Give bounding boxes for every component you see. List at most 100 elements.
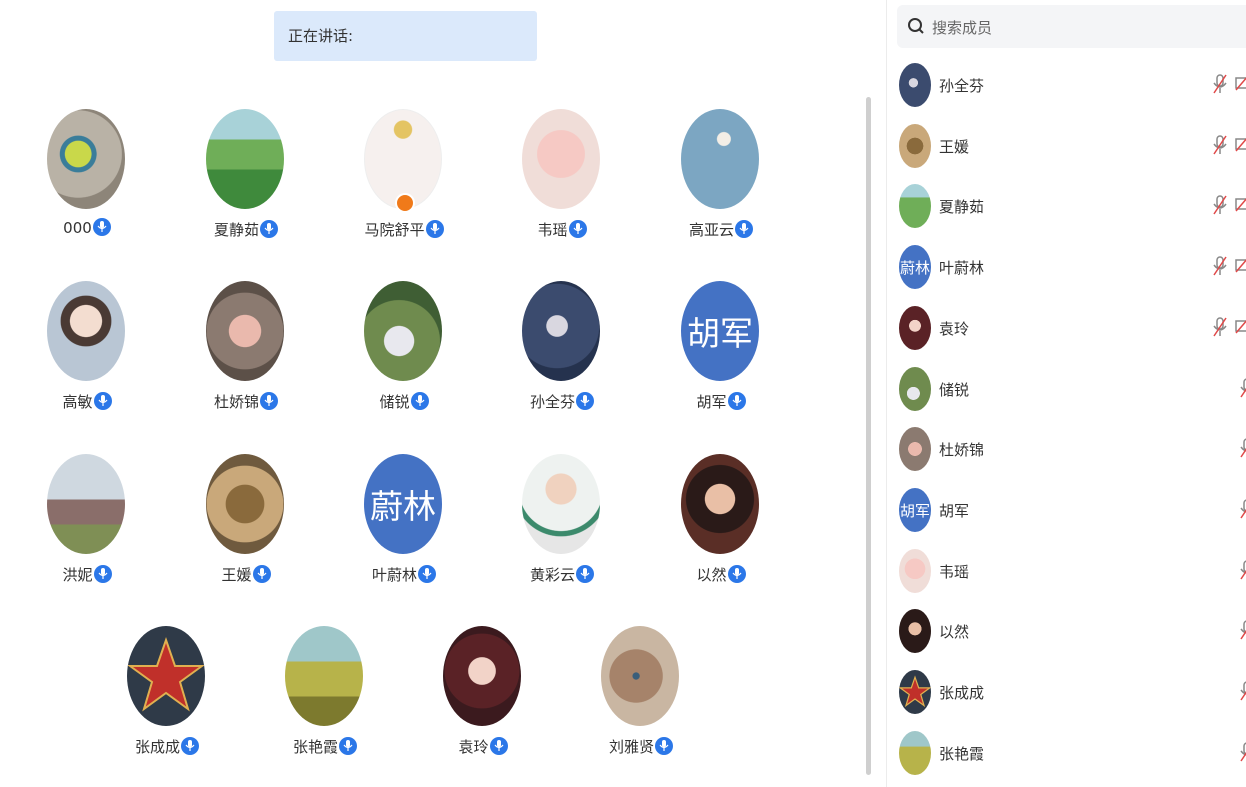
participant-tile[interactable]: 王媛 [166,454,326,614]
member-row[interactable]: 蔚林 叶蔚林 [887,239,1246,299]
mic-muted-icon[interactable] [1212,194,1228,216]
participant-tile[interactable]: 蔚林 叶蔚林 [324,454,484,614]
member-row[interactable]: 袁玲 [887,300,1246,360]
participant-tile[interactable]: 000 [7,109,167,269]
avatar [206,281,284,381]
mic-muted-icon[interactable] [1239,680,1246,702]
microphone-icon[interactable] [93,391,112,410]
avatar [899,63,931,107]
participant-tile[interactable]: 孙全芬 [482,281,642,441]
microphone-icon[interactable] [92,217,111,236]
avatar [522,109,600,209]
participant-tile[interactable]: 刘雅贤 [561,626,721,786]
participant-tile[interactable]: 张成成 [87,626,247,786]
avatar [47,281,125,381]
microphone-icon[interactable] [489,736,508,755]
microphone-icon[interactable] [252,564,271,583]
microphone-icon[interactable] [576,564,594,583]
microphone-icon[interactable] [339,736,357,755]
participant-name: 孙全芬 [529,393,575,411]
participant-name: 王媛 [221,566,252,584]
mic-muted-icon[interactable] [1239,741,1246,763]
microphone-icon[interactable] [576,391,594,410]
mic-muted-icon[interactable] [1212,73,1228,95]
mic-muted-icon[interactable] [1212,134,1228,156]
avatar [899,427,931,471]
microphone-icon[interactable] [735,219,753,238]
participant-name: 夏静茹 [213,221,259,239]
member-row[interactable]: 杜娇锦 [887,421,1246,481]
avatar [364,281,442,381]
participant-tile[interactable]: 胡军 胡军 [641,281,801,441]
member-row[interactable]: 以然 [887,603,1246,663]
member-row[interactable]: 王媛 [887,118,1246,178]
participant-tile[interactable]: 黄彩云 [482,454,642,614]
participant-tile[interactable]: 韦瑶 [482,109,642,269]
avatar [899,184,931,228]
avatar [206,109,284,209]
microphone-icon[interactable] [655,736,673,755]
member-sidebar: 搜索成员 孙全芬 王媛 夏静茹 蔚林 叶蔚林 袁玲 储锐 杜娇锦 胡军 胡军 韦… [887,0,1246,787]
microphone-icon[interactable] [568,219,587,238]
member-name: 杜娇锦 [939,441,985,459]
member-row[interactable]: 韦瑶 [887,543,1246,603]
microphone-icon[interactable] [260,391,278,410]
mic-muted-icon[interactable] [1212,255,1228,277]
avatar [522,281,600,381]
mic-muted-icon[interactable] [1239,619,1246,641]
avatar [899,609,931,653]
participant-tile[interactable]: 洪妮 [7,454,167,614]
microphone-icon[interactable] [181,736,199,755]
mic-muted-icon[interactable] [1239,498,1246,520]
avatar: 蔚林 [899,245,931,289]
participant-tile[interactable]: 储锐 [324,281,484,441]
avatar: 蔚林 [364,454,442,554]
participant-name: 马院舒平 [364,221,425,239]
microphone-icon[interactable] [727,564,746,583]
microphone-icon[interactable] [410,391,429,410]
member-name: 储锐 [939,381,970,399]
mic-muted-icon[interactable] [1212,316,1228,338]
member-row[interactable]: 张成成 [887,664,1246,724]
camera-off-icon[interactable] [1235,196,1246,212]
microphone-icon[interactable] [418,564,436,583]
avatar [47,454,125,554]
participant-name: 黄彩云 [529,566,575,584]
camera-off-icon[interactable] [1235,75,1246,91]
camera-off-icon[interactable] [1235,136,1246,152]
participant-tile[interactable]: 张艳霞 [245,626,405,786]
camera-off-icon[interactable] [1235,257,1246,273]
microphone-icon[interactable] [260,219,278,238]
member-row[interactable]: 孙全芬 [887,57,1246,117]
camera-off-icon[interactable] [1235,318,1246,334]
participant-name: 胡军 [696,393,727,411]
search-field[interactable]: 搜索成员 [897,5,1246,48]
member-row[interactable]: 储锐 [887,361,1246,421]
mic-muted-icon[interactable] [1239,437,1246,459]
participant-tile[interactable]: 马院舒平 [324,109,484,269]
member-row[interactable]: 张艳霞 [887,725,1246,785]
mic-muted-icon[interactable] [1239,377,1246,399]
participant-tile[interactable]: 以然 [641,454,801,614]
member-row[interactable]: 夏静茹 [887,178,1246,238]
microphone-icon[interactable] [727,391,746,410]
member-name: 韦瑶 [939,563,970,581]
participant-name: 高敏 [62,393,93,411]
member-row[interactable]: 胡军 胡军 [887,482,1246,542]
avatar [899,367,931,411]
microphone-icon[interactable] [425,219,444,238]
participant-tile[interactable]: 袁玲 [403,626,563,786]
mic-muted-icon[interactable] [1239,559,1246,581]
grid-scrollbar[interactable] [866,97,871,775]
participant-tile[interactable]: 夏静茹 [166,109,326,269]
microphone-icon[interactable] [93,564,112,583]
member-name: 张艳霞 [939,745,985,763]
participant-tile[interactable]: 杜娇锦 [166,281,326,441]
participant-tile[interactable]: 高亚云 [641,109,801,269]
participant-name: 张成成 [134,738,180,756]
member-name: 胡军 [939,502,970,520]
participant-tile[interactable]: 高敏 [7,281,167,441]
avatar [899,731,931,775]
member-name: 王媛 [939,138,970,156]
search-icon [908,18,924,34]
